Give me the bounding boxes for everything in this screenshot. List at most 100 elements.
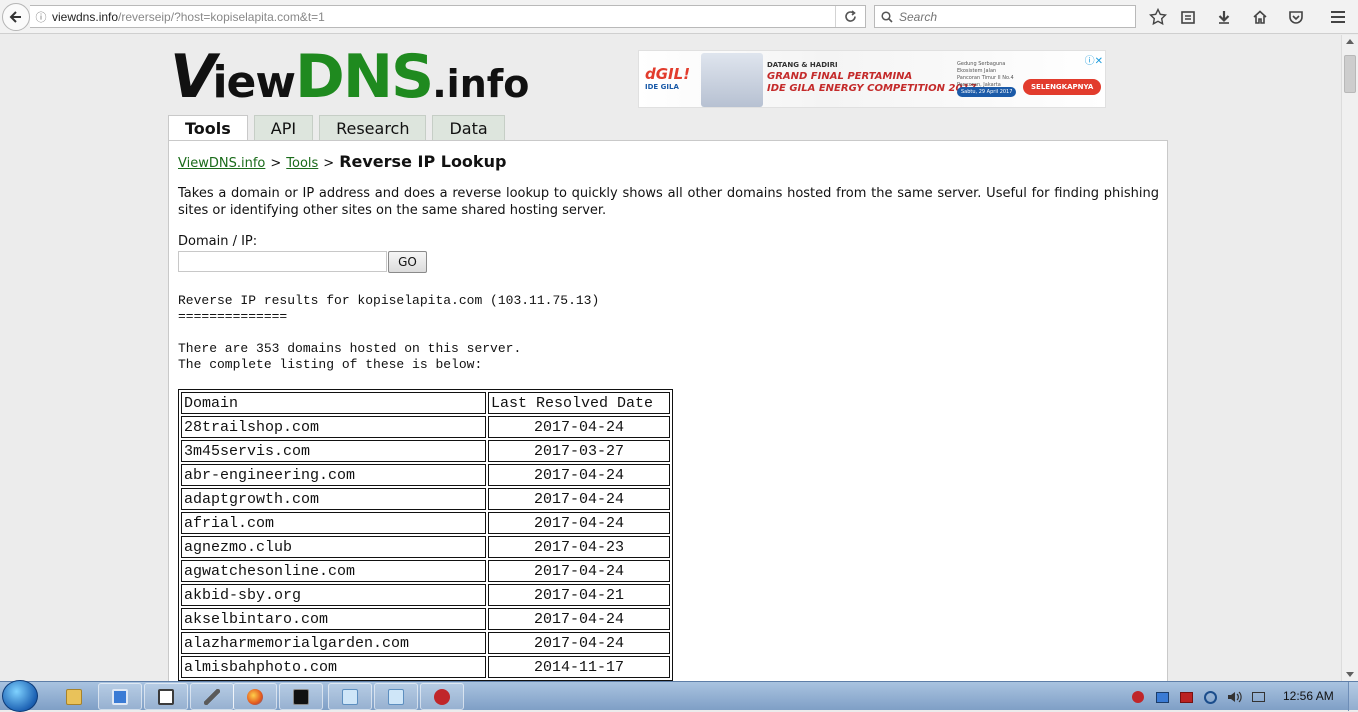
pocket-icon[interactable] xyxy=(1285,6,1307,28)
ad-line3: IDE GILA ENERGY COMPETITION 2017 xyxy=(767,83,977,94)
table-row: afrial.com 2017-04-24 xyxy=(181,512,670,534)
domain-cell: afrial.com xyxy=(181,512,486,534)
web-page: View DNS .info dGIL! IDE GILA DATANG & HADI… xyxy=(0,35,1341,681)
date-cell: 2017-04-24 xyxy=(488,608,670,630)
domain-cell: agwatchesonline.com xyxy=(181,560,486,582)
table-row: abr-engineering.com 2017-04-24 xyxy=(181,464,670,486)
tray-bag-icon[interactable] xyxy=(1130,689,1146,705)
tray-flag-icon[interactable] xyxy=(1178,689,1194,705)
domain-cell: 28trailshop.com xyxy=(181,416,486,438)
reading-list-icon[interactable] xyxy=(1177,6,1199,28)
domain-cell: akselbintaro.com xyxy=(181,608,486,630)
breadcrumb-tools-link[interactable]: Tools xyxy=(286,156,318,171)
reload-button[interactable] xyxy=(835,6,865,27)
taskbar-explorer[interactable] xyxy=(52,683,96,710)
firefox-icon xyxy=(247,688,263,705)
search-bar[interactable] xyxy=(874,5,1136,28)
date-cell: 2017-04-24 xyxy=(488,560,670,582)
window-icon xyxy=(158,688,174,705)
domain-cell: 3m45servis.com xyxy=(181,440,486,462)
page-title: Reverse IP Lookup xyxy=(339,152,507,171)
viewdns-logo[interactable]: View DNS .info xyxy=(170,47,529,107)
tab-research[interactable]: Research xyxy=(319,115,427,140)
taskbar-clock[interactable]: 12:56 AM xyxy=(1283,689,1334,703)
domain-cell: akbid-sby.org xyxy=(181,584,486,606)
browser-toolbar: ⓘ viewdns.info/reverseip/?host=kopiselap… xyxy=(0,0,1358,34)
tab-tools[interactable]: Tools xyxy=(168,115,248,141)
domain-cell: agnezmo.club xyxy=(181,536,486,558)
bag-icon xyxy=(434,688,450,705)
arrow-left-icon xyxy=(9,11,21,23)
table-row: agwatchesonline.com 2017-04-24 xyxy=(181,560,670,582)
tray-network-icon[interactable] xyxy=(1202,689,1218,705)
date-cell: 2017-04-24 xyxy=(488,488,670,510)
go-button[interactable]: GO xyxy=(388,251,427,273)
bookmark-star-icon[interactable] xyxy=(1147,6,1169,28)
column-header-domain: Domain xyxy=(181,392,486,414)
table-row: 28trailshop.com 2017-04-24 xyxy=(181,416,670,438)
breadcrumb: ViewDNS.info > Tools > Reverse IP Lookup xyxy=(178,152,507,171)
ad-banner[interactable]: dGIL! IDE GILA DATANG & HADIRI GRAND FINA… xyxy=(638,50,1106,108)
content-panel: ViewDNS.info > Tools > Reverse IP Lookup… xyxy=(168,140,1168,681)
ad-line1: DATANG & HADIRI xyxy=(767,61,838,69)
date-cell: 2017-04-24 xyxy=(488,512,670,534)
url-text[interactable]: viewdns.info/reverseip/?host=kopiselapit… xyxy=(52,10,325,24)
scroll-thumb[interactable] xyxy=(1344,55,1356,93)
windows-taskbar: 12:56 AM xyxy=(0,680,1358,712)
show-desktop-button[interactable] xyxy=(1348,682,1358,711)
scroll-down-icon[interactable] xyxy=(1346,672,1354,677)
breadcrumb-home-link[interactable]: ViewDNS.info xyxy=(178,156,265,171)
taskbar-app-9[interactable] xyxy=(420,683,464,710)
search-input[interactable] xyxy=(899,9,1119,24)
results-table: Domain Last Resolved Date 28trailshop.co… xyxy=(178,389,673,681)
tray-display-icon[interactable] xyxy=(1250,689,1266,705)
results-underline: ============== xyxy=(178,309,288,324)
tab-data[interactable]: Data xyxy=(432,115,505,140)
info-icon[interactable]: ⓘ xyxy=(30,9,52,25)
tab-api[interactable]: API xyxy=(253,115,314,140)
folder-icon xyxy=(66,688,82,705)
ad-line2: GRAND FINAL PERTAMINA xyxy=(767,71,913,82)
taskbar-cmd[interactable] xyxy=(279,683,323,710)
taskbar-firefox[interactable] xyxy=(233,683,277,710)
domain-input[interactable] xyxy=(178,251,387,272)
taskbar-app-4[interactable] xyxy=(190,683,234,710)
results-listing-note: The complete listing of these is below: xyxy=(178,357,483,372)
domain-label: Domain / IP: xyxy=(178,234,258,249)
back-button[interactable] xyxy=(2,3,30,31)
taskbar-notepad-2[interactable] xyxy=(374,683,418,710)
date-cell: 2017-04-24 xyxy=(488,464,670,486)
page-scrollbar[interactable] xyxy=(1341,35,1358,681)
ad-date: Sabtu, 29 April 2017 xyxy=(957,87,1017,97)
taskbar-app-2[interactable] xyxy=(98,683,142,710)
domain-cell: abr-engineering.com xyxy=(181,464,486,486)
tray-monitor-icon[interactable] xyxy=(1154,689,1170,705)
notepad-icon xyxy=(342,688,358,705)
address-bar[interactable]: ⓘ viewdns.info/reverseip/?host=kopiselap… xyxy=(30,5,866,28)
adchoices-icon[interactable]: ⓘ✕ xyxy=(1085,52,1103,67)
table-row: alazharmemorialgarden.com 2017-04-24 xyxy=(181,632,670,654)
volume-icon[interactable] xyxy=(1226,689,1242,705)
taskbar-notepad-1[interactable] xyxy=(328,683,372,710)
date-cell: 2017-04-23 xyxy=(488,536,670,558)
table-row: akselbintaro.com 2017-04-24 xyxy=(181,608,670,630)
home-icon[interactable] xyxy=(1249,6,1271,28)
terminal-icon xyxy=(293,688,309,705)
ad-cta-button[interactable]: SELENGKAPNYA xyxy=(1023,79,1102,95)
search-icon xyxy=(881,10,893,23)
column-header-date: Last Resolved Date xyxy=(488,392,670,414)
taskbar-app-3[interactable] xyxy=(144,683,188,710)
menu-icon[interactable] xyxy=(1327,6,1349,28)
start-button[interactable] xyxy=(2,680,38,712)
date-cell: 2017-04-24 xyxy=(488,416,670,438)
table-row: 3m45servis.com 2017-03-27 xyxy=(181,440,670,462)
results-count: There are 353 domains hosted on this ser… xyxy=(178,341,522,356)
ad-brand: dGIL! IDE GILA xyxy=(645,65,691,91)
download-icon[interactable] xyxy=(1213,6,1235,28)
date-cell: 2017-04-24 xyxy=(488,632,670,654)
scroll-up-icon[interactable] xyxy=(1346,39,1354,44)
domain-cell: adaptgrowth.com xyxy=(181,488,486,510)
nav-tabs: Tools API Research Data xyxy=(168,115,505,141)
ad-image xyxy=(701,53,763,107)
monitor-icon xyxy=(112,688,128,705)
